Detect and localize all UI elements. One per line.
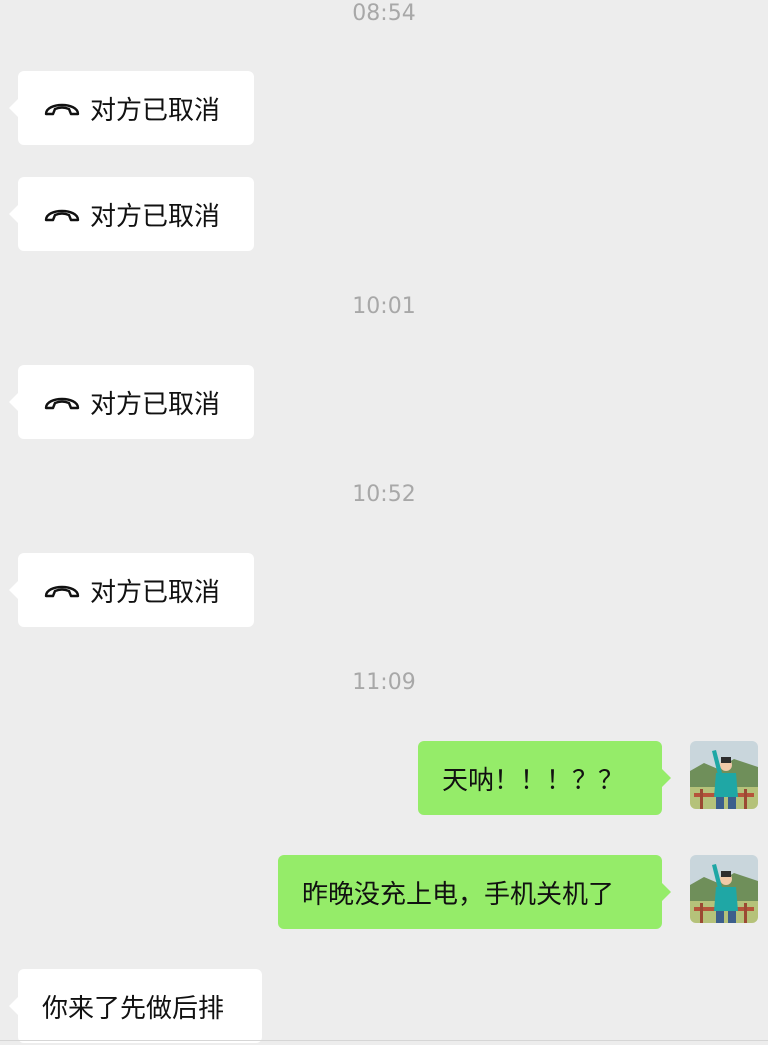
call-record-bubble[interactable]: 对方已取消 bbox=[9, 177, 254, 251]
message-text: 你来了先做后排 bbox=[42, 993, 225, 1024]
timestamp: 08:54 bbox=[352, 1, 416, 26]
hangup-phone-icon bbox=[42, 389, 82, 415]
timestamp: 10:52 bbox=[352, 482, 416, 507]
divider bbox=[0, 1040, 768, 1041]
call-record-bubble[interactable]: 对方已取消 bbox=[9, 553, 254, 627]
sent-message-bubble[interactable]: 昨晚没充上电，手机关机了 bbox=[278, 855, 671, 929]
hangup-phone-icon bbox=[42, 577, 82, 603]
call-record-bubble[interactable]: 对方已取消 bbox=[9, 365, 254, 439]
message-text: 天呐！！！？？ bbox=[442, 765, 625, 796]
hangup-phone-icon bbox=[42, 201, 82, 227]
timestamp: 11:09 bbox=[352, 670, 416, 695]
call-status-text: 对方已取消 bbox=[90, 95, 221, 126]
call-status-text: 对方已取消 bbox=[90, 389, 221, 420]
avatar[interactable] bbox=[690, 855, 758, 923]
call-status-text: 对方已取消 bbox=[90, 201, 221, 232]
chat-thread: 08:54 对方已取消 对方已取消 10:01 对方已取消 10:52 对方已取… bbox=[0, 0, 768, 1045]
timestamp: 10:01 bbox=[352, 294, 416, 319]
call-status-text: 对方已取消 bbox=[90, 577, 221, 608]
avatar[interactable] bbox=[690, 741, 758, 809]
sent-message-bubble[interactable]: 天呐！！！？？ bbox=[418, 741, 671, 815]
message-text: 昨晚没充上电，手机关机了 bbox=[302, 879, 615, 910]
hangup-phone-icon bbox=[42, 95, 82, 121]
call-record-bubble[interactable]: 对方已取消 bbox=[9, 71, 254, 145]
received-message-bubble[interactable]: 你来了先做后排 bbox=[9, 969, 262, 1043]
